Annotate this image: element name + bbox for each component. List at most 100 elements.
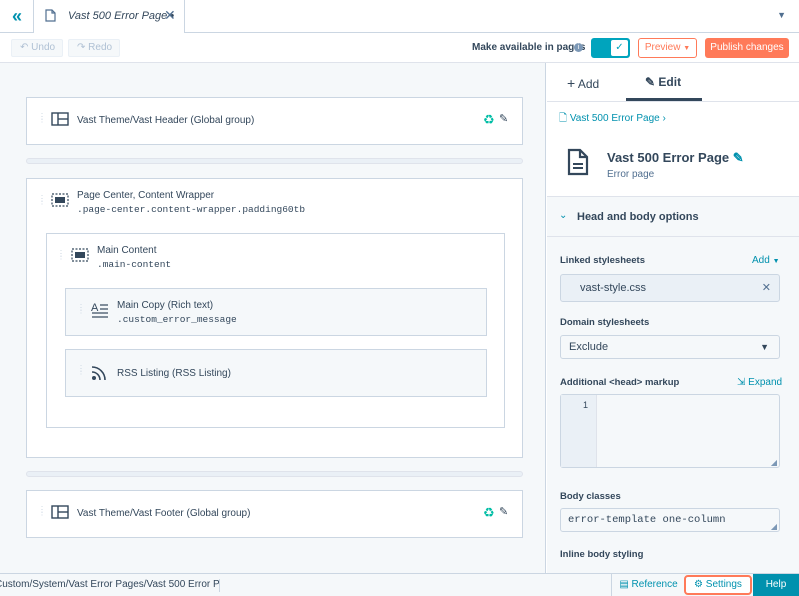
domain-stylesheets-select[interactable]: Exclude ▼: [560, 335, 780, 359]
module-css-class: .custom_error_message: [117, 314, 237, 325]
redo-icon: ↷: [77, 42, 89, 53]
group-icon: [71, 248, 89, 262]
unpin-icon[interactable]: ✎: [499, 112, 508, 125]
inline-body-styling-label: Inline body styling: [560, 549, 644, 560]
breadcrumb[interactable]: 🗋 Vast 500 Error Page ›: [559, 111, 666, 128]
group-icon: [51, 193, 69, 207]
settings-button[interactable]: ⚙ Settings: [684, 575, 752, 595]
help-button[interactable]: Help: [753, 574, 799, 596]
editor-toolbar: ↶ Undo ↷ Redo Make available in pages i …: [0, 33, 799, 63]
layout-icon: [51, 112, 69, 126]
body-classes-label: Body classes: [560, 491, 621, 502]
module-title: Vast Theme/Vast Footer (Global group): [77, 508, 251, 519]
active-tab-indicator: [626, 98, 702, 101]
preview-button[interactable]: Preview ▼: [638, 38, 697, 58]
global-sync-icon[interactable]: ♻: [483, 112, 495, 128]
make-available-toggle[interactable]: ✓: [591, 38, 630, 58]
pencil-icon: ✎: [645, 75, 656, 89]
drag-handle-icon[interactable]: ⋮ ⋮: [77, 304, 85, 315]
page-document-icon: 🗋: [559, 113, 568, 124]
head-body-options-section: Linked stylesheets Add ▼ vast-style.css …: [547, 237, 799, 573]
svg-text:A: A: [91, 302, 99, 314]
reference-button[interactable]: ▤ Reference: [611, 574, 685, 596]
caret-down-icon: ▼: [772, 258, 780, 265]
file-path: Custom/System/Vast Error Pages/Vast 500 …: [0, 579, 220, 592]
page-type-label: Error page: [607, 169, 655, 180]
chevron-down-icon: ⌄: [559, 210, 568, 221]
header-global-group-module[interactable]: ⋮ ⋮ Vast Theme/Vast Header (Global group)…: [26, 97, 523, 145]
undo-button[interactable]: ↶ Undo: [11, 39, 63, 57]
publish-changes-button[interactable]: Publish changes: [705, 38, 789, 58]
add-stylesheet-button[interactable]: Add ▼: [752, 255, 780, 266]
head-body-options-toggle[interactable]: ⌄ Head and body options: [547, 197, 799, 237]
plus-icon: +: [567, 75, 576, 91]
module-title: Page Center, Content Wrapper: [77, 190, 215, 201]
edit-sidebar-panel: + Add ✎ Edit 🗋 Vast 500 Error Page › Vas…: [547, 63, 799, 573]
main-content-section[interactable]: ⋮ ⋮ Main Content .main-content ⋮ ⋮ A Main …: [46, 233, 505, 428]
module-css-class: .main-content: [97, 259, 172, 270]
gear-icon: ⚙: [694, 579, 704, 590]
page-title: Vast 500 Error Page ✎: [607, 150, 744, 165]
undo-icon: ↶: [20, 42, 32, 53]
layout-icon: [51, 505, 69, 519]
info-icon[interactable]: i: [574, 43, 583, 52]
domain-stylesheets-label: Domain stylesheets: [560, 317, 650, 328]
line-gutter: 1: [561, 395, 597, 467]
tab-label: Vast 500 Error Page •: [68, 10, 175, 22]
chevron-right-icon: ›: [662, 113, 666, 124]
head-markup-editor[interactable]: 1 ◢: [560, 394, 780, 468]
head-markup-label: Additional <head> markup: [560, 377, 680, 388]
module-title: Main Content: [97, 245, 157, 256]
caret-down-icon: ▼: [683, 45, 691, 52]
layout-canvas: ⋮ ⋮ Vast Theme/Vast Header (Global group)…: [0, 63, 546, 573]
module-title: Main Copy (Rich text): [117, 300, 214, 311]
book-icon: ▤: [619, 579, 629, 590]
expand-icon: ⇲: [737, 377, 746, 388]
stylesheet-tag: vast-style.css: [580, 282, 647, 294]
module-title: Vast Theme/Vast Header (Global group): [77, 115, 255, 126]
tab-add[interactable]: + Add: [567, 75, 599, 91]
file-tab-bar: « Vast 500 Error Page • ✕ ▼: [0, 0, 799, 33]
tab-vast-500-error-page[interactable]: Vast 500 Error Page • ✕: [33, 0, 185, 33]
expand-button[interactable]: ⇲ Expand: [737, 377, 782, 388]
redo-button[interactable]: ↷ Redo: [68, 39, 120, 57]
main-copy-rich-text-module[interactable]: ⋮ ⋮ A Main Copy (Rich text) .custom_error…: [65, 288, 487, 336]
body-classes-input[interactable]: error-template one-column ◢: [560, 508, 780, 532]
drag-handle-icon[interactable]: ⋮ ⋮: [77, 365, 85, 376]
linked-stylesheets-label: Linked stylesheets: [560, 255, 646, 266]
line-number: 1: [582, 400, 588, 410]
make-available-label: Make available in pages: [472, 42, 586, 53]
edit-pencil-icon[interactable]: ✎: [733, 150, 744, 165]
page-header: Vast 500 Error Page ✎ Error page: [547, 133, 799, 197]
drag-handle-icon[interactable]: ⋮ ⋮: [38, 195, 46, 206]
rss-listing-module[interactable]: ⋮ ⋮ RSS Listing (RSS Listing): [65, 349, 487, 397]
tab-edit[interactable]: ✎ Edit: [645, 75, 681, 89]
footer-global-group-module[interactable]: ⋮ ⋮ Vast Theme/Vast Footer (Global group)…: [26, 490, 523, 538]
page-center-wrapper-section[interactable]: ⋮ ⋮ Page Center, Content Wrapper .page-ce…: [26, 178, 523, 458]
page-document-icon: [567, 148, 589, 176]
resize-handle-icon[interactable]: ◢: [771, 522, 777, 531]
section-divider[interactable]: [26, 158, 523, 164]
global-sync-icon[interactable]: ♻: [483, 505, 495, 521]
unpin-icon[interactable]: ✎: [499, 505, 508, 518]
linked-stylesheets-field[interactable]: vast-style.css ✕: [560, 274, 780, 302]
resize-handle-icon[interactable]: ◢: [771, 458, 777, 467]
drag-handle-icon[interactable]: ⋮ ⋮: [38, 113, 46, 124]
drag-handle-icon[interactable]: ⋮ ⋮: [38, 506, 46, 517]
module-title: RSS Listing (RSS Listing): [117, 368, 231, 379]
rss-icon: [91, 366, 106, 381]
body-classes-value: error-template one-column: [568, 514, 726, 526]
checkmark-icon: ✓: [611, 40, 628, 56]
collapse-sidebar-icon[interactable]: «: [6, 6, 28, 28]
rich-text-icon: A: [91, 302, 108, 318]
caret-down-icon: ▼: [760, 342, 769, 352]
section-title: Head and body options: [577, 211, 699, 223]
panel-tabs: + Add ✎ Edit: [547, 63, 799, 102]
select-value: Exclude: [569, 341, 609, 353]
remove-tag-icon[interactable]: ✕: [762, 281, 771, 294]
close-tab-icon[interactable]: ✕: [164, 7, 176, 24]
section-divider[interactable]: [26, 471, 523, 477]
page-document-icon: [45, 9, 56, 22]
tabs-dropdown-icon[interactable]: ▼: [777, 10, 786, 20]
drag-handle-icon[interactable]: ⋮ ⋮: [57, 250, 65, 261]
